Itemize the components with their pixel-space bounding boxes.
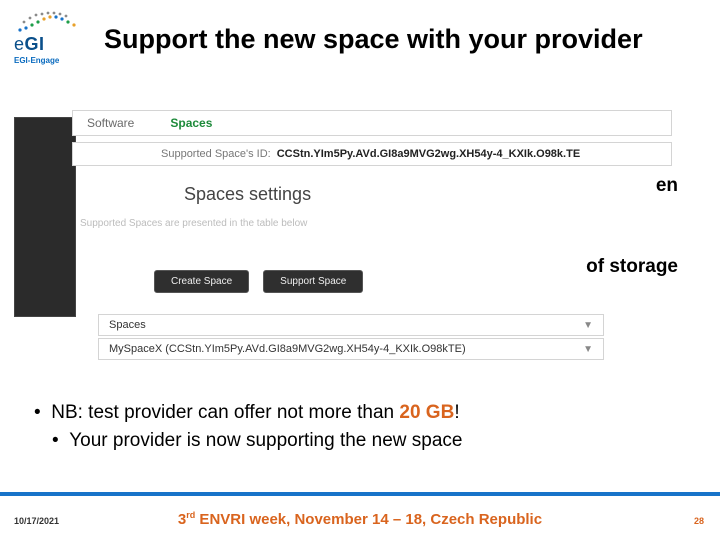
logo-graphic	[14, 10, 84, 36]
faint-caption: Supported Spaces are presented in the ta…	[80, 218, 570, 229]
logo: eeGIGI EGI-Engage	[14, 10, 92, 65]
bullet-1-text-a: NB: test provider can offer not more tha…	[51, 402, 399, 423]
background-panel	[14, 117, 76, 317]
tab-spaces[interactable]: Spaces	[170, 116, 212, 130]
bullet-1-highlight: 20 GB	[399, 402, 454, 423]
bullet-list: • NB: test provider can offer not more t…	[34, 400, 462, 455]
bullet-2-text: Your provider is now supporting the new …	[69, 430, 462, 451]
screenshot-stack: Software Spaces Supported Space's ID: CC…	[14, 110, 674, 370]
spaces-list-header[interactable]: Spaces ▼	[98, 314, 604, 336]
supported-id-value: CCStn.YIm5Py.AVd.GI8a9MVG2wg.XH54y-4_KXI…	[277, 148, 580, 160]
supported-id-label: Supported Space's ID:	[161, 148, 271, 160]
footer-event-text: ENVRI week, November 14 – 18, Czech Repu…	[195, 511, 542, 528]
footer-ordinal-sup: rd	[186, 510, 195, 520]
modal-buttons: Create Space Support Space	[154, 270, 363, 293]
bullet-1-text-b: !	[454, 402, 459, 423]
support-space-button[interactable]: Support Space	[263, 270, 363, 293]
tabs-bar: Software Spaces	[72, 110, 672, 136]
footer-page-number: 28	[694, 516, 704, 526]
spaces-list-item-label: MySpaceX (CCStn.YIm5Py.AVd.GI8a9MVG2wg.X…	[109, 343, 466, 355]
supported-id-row: Supported Space's ID: CCStn.YIm5Py.AVd.G…	[72, 142, 672, 166]
cutoff-text-right-2: of storage	[586, 256, 678, 278]
footer-ordinal-num: 3	[178, 511, 186, 528]
tab-software[interactable]: Software	[87, 116, 134, 130]
bullet-item-1: • NB: test provider can offer not more t…	[34, 400, 462, 426]
logo-subtext: EGI-Engage	[14, 56, 92, 65]
spaces-settings-heading: Spaces settings	[184, 184, 311, 205]
page-title: Support the new space with your provider	[104, 24, 643, 55]
create-space-button[interactable]: Create Space	[154, 270, 249, 293]
cutoff-text-right-1: en	[656, 175, 678, 197]
chevron-down-icon: ▼	[583, 320, 593, 331]
chevron-down-icon: ▼	[583, 344, 593, 355]
logo-text: eeGIGI	[14, 34, 92, 55]
spaces-list-item[interactable]: MySpaceX (CCStn.YIm5Py.AVd.GI8a9MVG2wg.X…	[98, 338, 604, 360]
bullet-item-2: • Your provider is now supporting the ne…	[52, 428, 462, 454]
spaces-list-header-label: Spaces	[109, 319, 146, 331]
footer: 10/17/2021 3rd ENVRI week, November 14 –…	[0, 496, 720, 540]
footer-center: 3rd ENVRI week, November 14 – 18, Czech …	[0, 510, 720, 528]
